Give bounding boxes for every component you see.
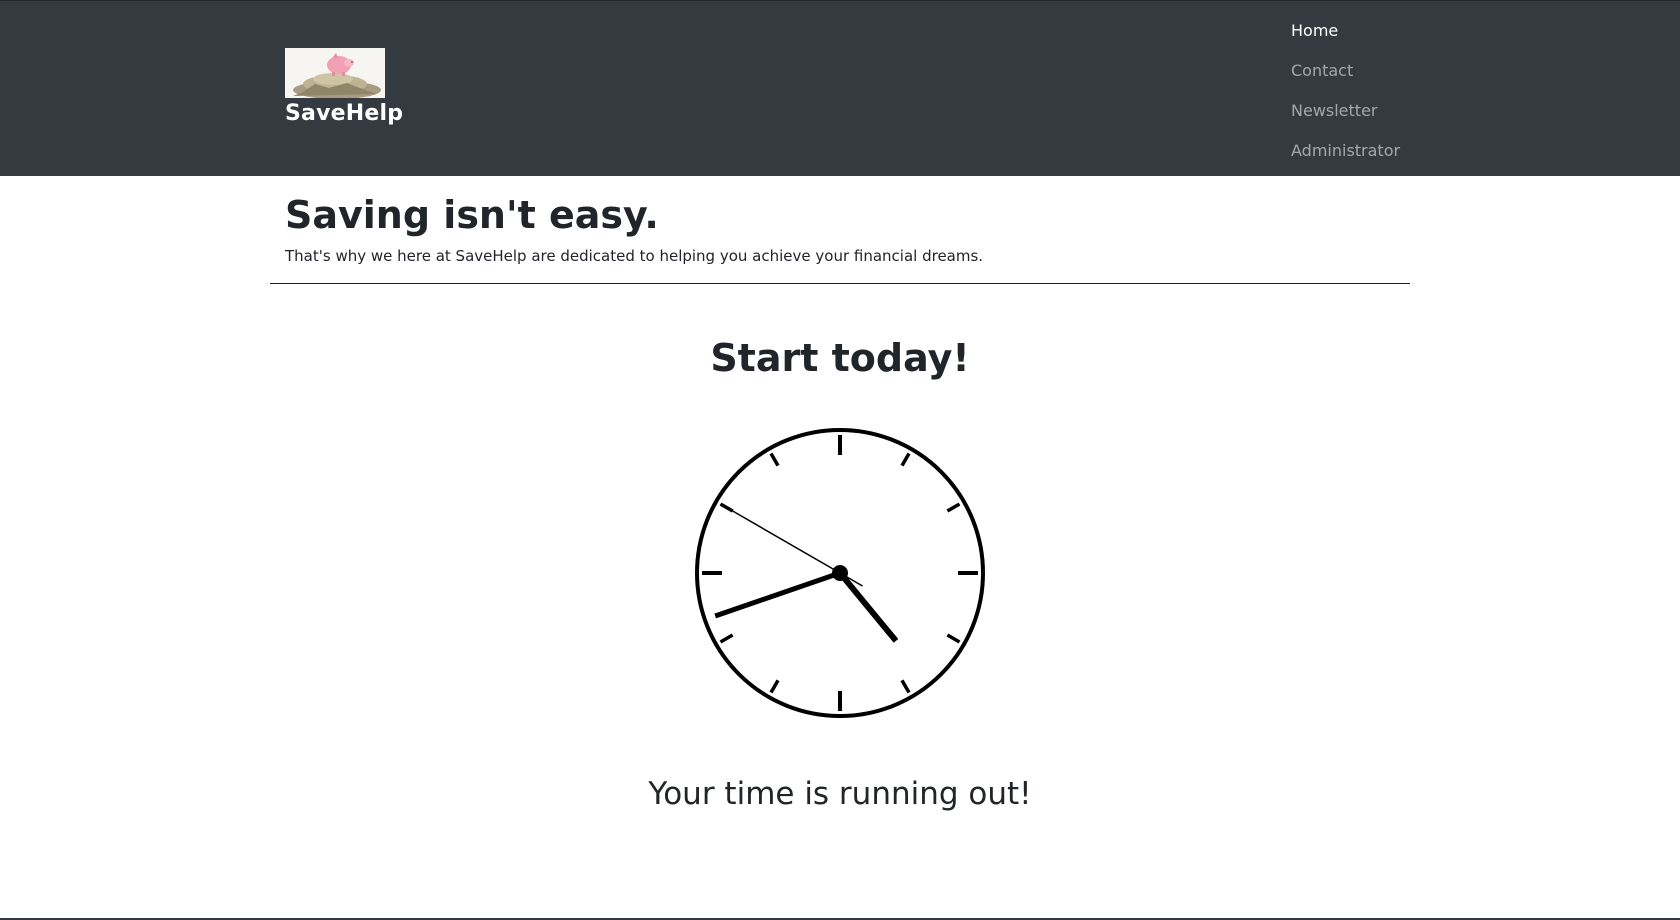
nav-home[interactable]: Home <box>1291 21 1338 40</box>
brand-link[interactable]: SaveHelp <box>285 48 403 128</box>
cta-time-running-out: Your time is running out! <box>648 776 1032 812</box>
nav-newsletter[interactable]: Newsletter <box>1291 101 1378 120</box>
clock-center <box>832 565 848 581</box>
analog-clock <box>695 428 985 718</box>
main-nav: Home Contact Newsletter Administrator <box>1291 11 1400 171</box>
nav-administrator[interactable]: Administrator <box>1291 141 1400 160</box>
cta-start-today: Start today! <box>710 336 970 380</box>
brand-name: SaveHelp <box>285 101 404 126</box>
hero-title: Saving isn't easy. <box>285 193 659 237</box>
brand-logo <box>285 48 385 98</box>
navbar: SaveHelp Home Contact Newsletter Adminis… <box>0 0 1680 176</box>
hero-lead: That's why we here at SaveHelp are dedic… <box>285 247 984 265</box>
divider <box>270 283 1410 284</box>
nav-contact[interactable]: Contact <box>1291 61 1353 80</box>
